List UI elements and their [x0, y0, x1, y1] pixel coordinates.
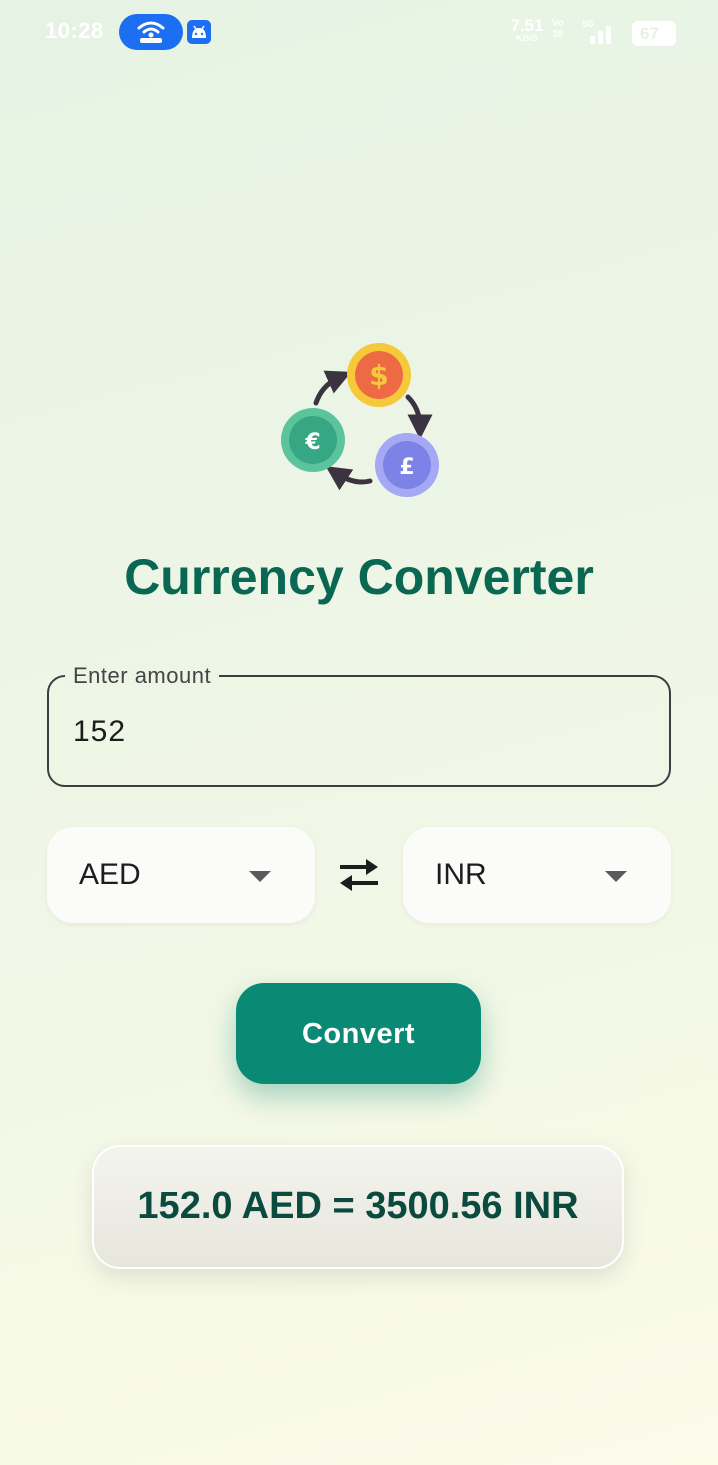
chevron-down-icon [249, 871, 271, 882]
battery-icon: 67 [632, 21, 676, 46]
chevron-down-icon [605, 871, 627, 882]
svg-text:5G: 5G [582, 19, 594, 29]
network-speed-value: 7.51 [510, 16, 544, 35]
volte-indicator: Vo 38 [552, 18, 565, 40]
amount-input-value[interactable]: 152 [73, 715, 126, 749]
wifi-hotspot-icon [137, 21, 165, 43]
page-title: Currency Converter [124, 549, 594, 605]
volte-bottom: 38 [552, 28, 564, 40]
convert-button[interactable]: Convert [236, 983, 481, 1084]
battery-level: 67 [640, 24, 659, 43]
swap-arrows-icon[interactable] [336, 857, 382, 893]
status-bar: 10:28 7.51 KB/S Vo 38 5G 67 [0, 0, 718, 66]
from-currency-dropdown[interactable]: AED [47, 827, 315, 923]
hotspot-indicator[interactable] [119, 14, 183, 50]
network-speed-unit: KB/S [516, 33, 538, 43]
amount-input[interactable]: Enter amount 152 [47, 663, 671, 787]
svg-text:$: $ [369, 359, 388, 392]
status-time: 10:28 [45, 18, 104, 43]
signal-strength-icon: 5G [582, 19, 611, 44]
from-currency-value: AED [79, 858, 141, 891]
svg-text:£: £ [399, 455, 414, 480]
network-speed: 7.51 KB/S [510, 17, 544, 43]
to-currency-value: INR [435, 858, 487, 891]
to-currency-dropdown[interactable]: INR [403, 827, 671, 923]
android-notification-icon [187, 20, 211, 44]
result-card: 152.0 AED = 3500.56 INR [92, 1145, 624, 1269]
volte-top: Vo [552, 18, 565, 29]
currency-exchange-icon: $ € £ [281, 343, 439, 497]
conversion-result: 152.0 AED = 3500.56 INR [137, 1185, 579, 1227]
svg-text:€: € [304, 430, 320, 455]
amount-input-label: Enter amount [65, 663, 220, 689]
